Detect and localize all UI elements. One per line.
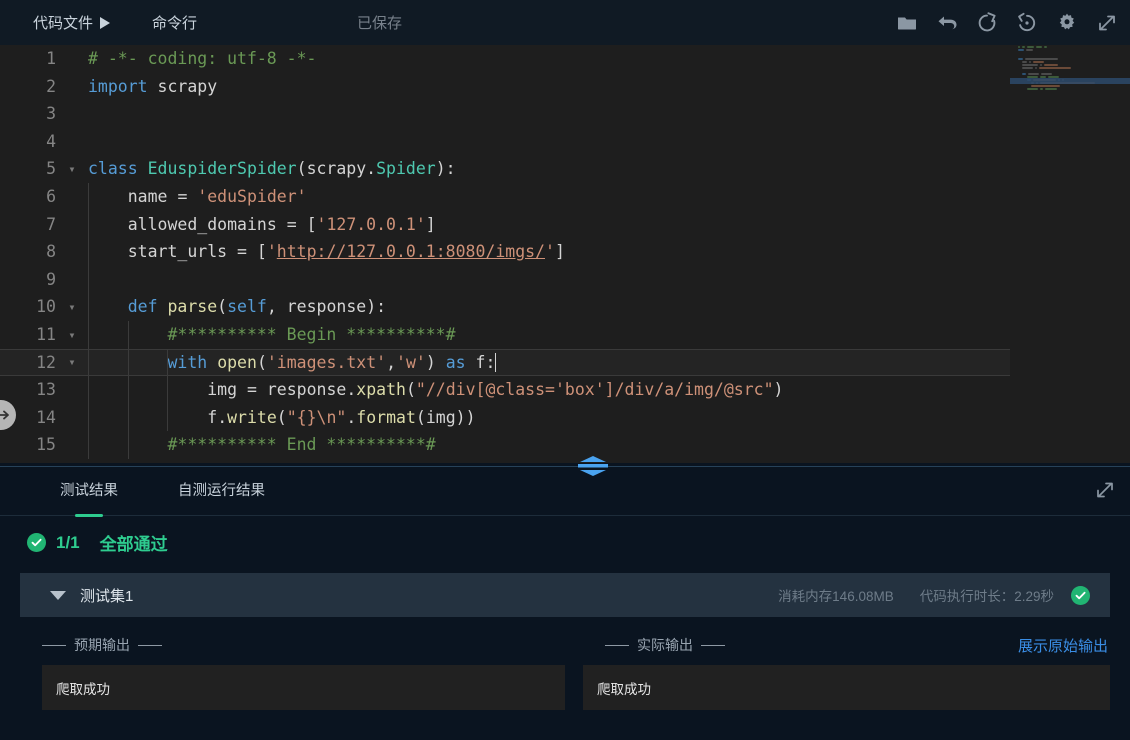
splitter-line: [0, 466, 1130, 467]
divider-left: [42, 644, 66, 646]
expand-icon[interactable]: [1094, 479, 1116, 501]
code-editor[interactable]: 1 # -*- coding: utf-8 -*- 2 import scrapy 3 4…: [0, 45, 1130, 463]
minimap-viewport-highlight[interactable]: [1010, 78, 1130, 84]
expected-output-column: 预期输出 爬取成功: [20, 625, 565, 710]
divider-right: [701, 644, 725, 646]
expected-output-header: 预期输出: [20, 625, 565, 665]
line-content: def parse(self, response):: [127, 297, 387, 317]
expected-output-box: 爬取成功: [42, 665, 565, 710]
memory-usage: 消耗内存146.08MB: [778, 589, 894, 604]
testset-check-circle-icon: [1071, 585, 1090, 605]
line-number: 3: [46, 104, 56, 124]
show-raw-output-link[interactable]: 展示原始输出: [1018, 635, 1108, 656]
tab-self-run-result-label: 自测运行结果: [178, 482, 265, 499]
ide-root: 代码文件 命令行 已保存 1 # -*- coding: utf-8 -*- 2…: [0, 0, 1130, 740]
code-file-tab[interactable]: 代码文件: [33, 12, 111, 33]
fullscreen-icon[interactable]: [1096, 12, 1118, 34]
actual-output-title: 实际输出: [637, 637, 693, 653]
line-content: start_urls = ['http://127.0.0.1:8080/img…: [127, 242, 565, 262]
line-content: with open('images.txt','w') as f:: [167, 352, 497, 372]
code-line[interactable]: 8 start_urls = ['http://127.0.0.1:8080/i…: [0, 238, 1130, 266]
code-line[interactable]: 4: [0, 128, 1130, 156]
code-line[interactable]: 3: [0, 100, 1130, 128]
line-content: class EduspiderSpider(scrapy.Spider):: [88, 159, 456, 179]
line-content: # -*- coding: utf-8 -*-: [88, 49, 317, 68]
line-number: 2: [46, 76, 56, 96]
code-line[interactable]: 1 # -*- coding: utf-8 -*-: [0, 45, 1130, 73]
expected-output-text: 爬取成功: [56, 681, 110, 698]
divider-right: [138, 644, 162, 646]
fold-toggle-icon[interactable]: ▾: [62, 301, 82, 313]
testset-header[interactable]: 测试集1 消耗内存146.08MB 代码执行时长：2.29秒: [20, 573, 1110, 617]
saved-status: 已保存: [357, 12, 402, 33]
code-line[interactable]: 6 name = 'eduSpider': [0, 182, 1130, 211]
line-content: f.write("{}\n".format(img)): [207, 407, 476, 427]
command-line-label: 命令行: [152, 15, 198, 32]
tab-test-result-label: 测试结果: [60, 482, 118, 499]
line-number: 5: [46, 159, 56, 179]
toolbar-icon-group: [896, 0, 1118, 45]
saved-label: 已保存: [357, 15, 403, 32]
line-number: 9: [46, 269, 56, 289]
code-line[interactable]: 12 ▾ with open('images.txt','w') as f:: [0, 348, 1130, 377]
gear-icon[interactable]: [1056, 12, 1078, 34]
results-summary: 1/1 全部通过: [0, 516, 1130, 567]
top-toolbar: 代码文件 命令行 已保存: [0, 0, 1130, 45]
line-number: 8: [46, 242, 56, 262]
command-line-tab[interactable]: 命令行: [152, 12, 197, 33]
line-number: 6: [46, 186, 56, 206]
line-content: allowed_domains = ['127.0.0.1']: [127, 214, 436, 234]
line-content: import scrapy: [88, 76, 218, 96]
undo-icon[interactable]: [936, 12, 958, 34]
chevron-down-icon[interactable]: [50, 590, 66, 600]
line-number: 13: [36, 380, 56, 400]
code-line[interactable]: 13 img = response.xpath("//div[@class='b…: [0, 376, 1130, 404]
folder-icon[interactable]: [896, 12, 918, 34]
actual-output-box: 爬取成功: [583, 665, 1110, 710]
line-content: img = response.xpath("//div[@class='box'…: [207, 380, 784, 400]
check-circle-icon: [27, 533, 46, 552]
code-file-label: 代码文件: [33, 15, 94, 32]
line-content: name = 'eduSpider': [127, 186, 307, 206]
line-number: 11: [36, 324, 56, 344]
history-icon[interactable]: [1016, 12, 1038, 34]
io-comparison: 预期输出 爬取成功 实际输出 展示原始输出 爬取成功: [0, 625, 1130, 710]
code-line[interactable]: 9: [0, 265, 1130, 294]
code-line[interactable]: 11 ▾ #********** Begin **********#: [0, 320, 1130, 349]
line-number: 10: [36, 297, 56, 317]
passed-status-text: 全部通过: [99, 535, 168, 554]
fold-toggle-icon[interactable]: ▾: [62, 356, 82, 368]
code-line[interactable]: 10 ▾ def parse(self, response):: [0, 293, 1130, 321]
actual-output-header: 实际输出 展示原始输出: [583, 625, 1110, 665]
line-number: 12: [36, 352, 56, 372]
code-line[interactable]: 7 allowed_domains = ['127.0.0.1']: [0, 210, 1130, 239]
code-line[interactable]: 5 ▾ class EduspiderSpider(scrapy.Spider):: [0, 155, 1130, 183]
line-number: 7: [46, 214, 56, 234]
panel-splitter[interactable]: [0, 455, 1130, 477]
editor-minimap[interactable]: [1010, 45, 1130, 463]
run-play-icon[interactable]: [100, 16, 111, 29]
results-panel: 测试结果 自测运行结果 1/1 全部通过 测试集1 消耗内存146.08MB 代…: [0, 463, 1130, 740]
line-content: #********** Begin **********#: [88, 324, 456, 344]
line-number: 1: [46, 49, 56, 68]
expected-output-title: 预期输出: [74, 637, 130, 653]
line-number: 4: [46, 131, 56, 151]
execution-duration: 代码执行时长：2.29秒: [919, 589, 1054, 604]
refresh-icon[interactable]: [976, 11, 998, 34]
code-line[interactable]: 14 f.write("{}\n".format(img)): [0, 403, 1130, 432]
code-lines[interactable]: 1 # -*- coding: utf-8 -*- 2 import scrapy 3 4…: [0, 45, 1130, 463]
passed-ratio: 1/1: [56, 532, 80, 552]
actual-output-text: 爬取成功: [597, 681, 651, 698]
splitter-grip[interactable]: [573, 455, 613, 477]
testset-name: 测试集1: [80, 587, 134, 605]
code-line[interactable]: 2 import scrapy: [0, 73, 1130, 101]
fold-toggle-icon[interactable]: ▾: [62, 329, 82, 341]
actual-output-column: 实际输出 展示原始输出 爬取成功: [565, 625, 1110, 710]
divider-left: [605, 644, 629, 646]
minimap-line: [1010, 87, 1130, 90]
fold-toggle-icon[interactable]: ▾: [62, 163, 82, 175]
testset-metrics: 消耗内存146.08MB 代码执行时长：2.29秒: [778, 585, 1054, 605]
